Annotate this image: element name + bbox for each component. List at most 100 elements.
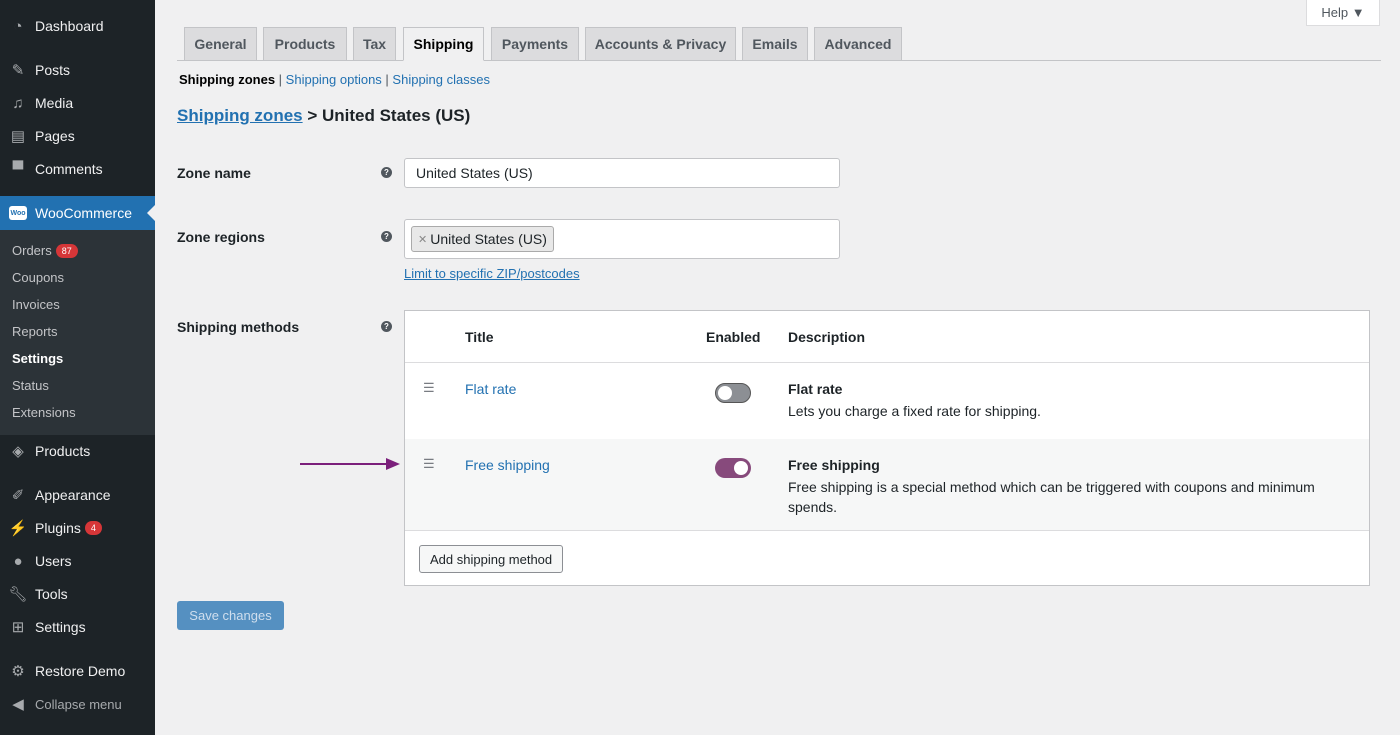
media-icon: ♫ xyxy=(12,94,24,112)
help-tip-icon[interactable]: ? xyxy=(381,321,392,332)
help-button[interactable]: Help ▼ xyxy=(1306,0,1380,26)
method-description: Lets you charge a fixed rate for shippin… xyxy=(788,403,1041,419)
menu-settings[interactable]: ⊞ Settings xyxy=(0,610,155,644)
box-icon: ◈ xyxy=(12,443,24,460)
col-title: Title xyxy=(465,329,494,345)
tab-products[interactable]: Products xyxy=(263,27,347,61)
method-description: Free shipping is a special method which … xyxy=(788,479,1315,515)
limit-zip-link[interactable]: Limit to specific ZIP/postcodes xyxy=(404,266,580,281)
zone-regions-label: Zone regions xyxy=(177,229,265,245)
menu-label: Users xyxy=(35,553,72,569)
shipping-subnav: Shipping zones | Shipping options | Ship… xyxy=(179,72,490,87)
wrench-icon: 🔧︎ xyxy=(8,586,28,603)
save-changes-button[interactable]: Save changes xyxy=(177,601,284,630)
menu-label: Pages xyxy=(35,128,75,144)
submenu-status[interactable]: Status xyxy=(12,378,49,393)
menu-label: WooCommerce xyxy=(35,205,132,221)
menu-pages[interactable]: ▤ Pages xyxy=(0,119,155,153)
menu-label: Products xyxy=(35,443,91,459)
menu-label: Media xyxy=(35,95,74,111)
menu-label: Appearance xyxy=(35,487,111,503)
table-row: ☰ Free shipping Free shipping Free shipp… xyxy=(405,439,1369,531)
tab-general[interactable]: General xyxy=(184,27,257,61)
help-tip-icon[interactable]: ? xyxy=(381,167,392,178)
menu-label: Comments xyxy=(35,161,103,177)
pages-icon: ▤ xyxy=(10,128,26,145)
woo-icon: Woo xyxy=(9,204,27,222)
tab-advanced[interactable]: Advanced xyxy=(814,27,902,61)
menu-posts[interactable]: ✎ Posts xyxy=(0,53,155,87)
menu-dashboard[interactable]: ◔ Dashboard xyxy=(0,9,155,43)
menu-label: Plugins xyxy=(35,520,81,536)
subnav-shipping-zones[interactable]: Shipping zones xyxy=(179,72,275,87)
plugins-count-badge: 4 xyxy=(84,521,102,535)
woocommerce-submenu: Orders 87 Coupons Invoices Reports Settin… xyxy=(0,230,155,435)
dashboard-icon: ◔ xyxy=(13,17,23,35)
orders-count-badge: 87 xyxy=(55,244,78,258)
tab-emails[interactable]: Emails xyxy=(742,27,808,61)
pin-icon: ✎ xyxy=(11,62,25,79)
arrow-annotation-icon xyxy=(300,458,400,470)
tab-payments[interactable]: Payments xyxy=(491,27,579,61)
menu-plugins[interactable]: ⚡ Plugins 4 xyxy=(0,511,155,545)
separator: | xyxy=(381,72,393,87)
tab-tax[interactable]: Tax xyxy=(353,27,396,61)
collapse-menu[interactable]: ◀ Collapse menu xyxy=(0,687,155,721)
menu-woocommerce[interactable]: Woo WooCommerce xyxy=(0,196,155,230)
drag-handle-icon[interactable]: ☰ xyxy=(423,456,435,472)
brush-icon: ✐ xyxy=(11,487,25,504)
menu-label: Collapse menu xyxy=(35,696,122,712)
collapse-icon: ◀ xyxy=(12,696,24,713)
breadcrumb-current: > United States (US) xyxy=(302,106,471,125)
zone-name-input[interactable]: United States (US) xyxy=(404,158,840,188)
zone-regions-select[interactable]: ✕ United States (US) xyxy=(404,219,840,259)
submenu-extensions[interactable]: Extensions xyxy=(12,405,76,420)
admin-sidebar: ◔ Dashboard ✎ Posts ♫ Media ▤ Pages ▀ Comment… xyxy=(0,0,155,735)
settings-icon: ⊞ xyxy=(11,619,25,636)
drag-handle-icon[interactable]: ☰ xyxy=(423,380,435,396)
menu-users[interactable]: ● Users xyxy=(0,544,155,578)
table-row: ☰ Flat rate Flat rate Lets you charge a … xyxy=(405,362,1369,439)
remove-region-icon[interactable]: ✕ xyxy=(418,233,427,246)
tab-shipping[interactable]: Shipping xyxy=(403,27,484,61)
subnav-shipping-classes[interactable]: Shipping classes xyxy=(392,72,490,87)
submenu-label: Orders xyxy=(12,243,52,258)
gear-icon: ⚙ xyxy=(11,663,25,680)
method-desc-title: Free shipping xyxy=(788,457,880,473)
settings-tabs: General Products Tax Shipping Payments A… xyxy=(177,26,1381,61)
menu-comments[interactable]: ▀ Comments xyxy=(0,152,155,186)
add-shipping-method-button[interactable]: Add shipping method xyxy=(419,545,564,573)
zone-name-label: Zone name xyxy=(177,165,251,181)
submenu-orders[interactable]: Orders 87 xyxy=(12,243,78,258)
comment-icon: ▀ xyxy=(12,160,24,178)
plug-icon: ⚡ xyxy=(8,520,28,537)
method-title-link[interactable]: Flat rate xyxy=(465,381,516,397)
shipping-methods-table: Title Enabled Description ☰ Flat rate Fl… xyxy=(404,310,1370,586)
help-tip-icon[interactable]: ? xyxy=(381,231,392,242)
menu-tools[interactable]: 🔧︎ Tools xyxy=(0,577,155,611)
tab-accounts-privacy[interactable]: Accounts & Privacy xyxy=(585,27,736,61)
separator: | xyxy=(275,72,286,87)
menu-appearance[interactable]: ✐ Appearance xyxy=(0,478,155,512)
menu-label: Restore Demo xyxy=(35,663,126,679)
menu-products[interactable]: ◈ Products xyxy=(0,434,155,468)
col-enabled: Enabled xyxy=(706,329,761,345)
col-description: Description xyxy=(788,329,866,345)
region-chip: ✕ United States (US) xyxy=(411,226,554,252)
enabled-toggle[interactable] xyxy=(715,383,751,403)
user-icon: ● xyxy=(13,552,23,570)
menu-restore-demo[interactable]: ⚙ Restore Demo xyxy=(0,654,155,688)
menu-media[interactable]: ♫ Media xyxy=(0,86,155,120)
submenu-coupons[interactable]: Coupons xyxy=(12,270,64,285)
menu-label: Posts xyxy=(35,62,71,78)
enabled-toggle[interactable] xyxy=(715,458,751,478)
submenu-settings[interactable]: Settings xyxy=(12,351,63,366)
page-title: Shipping zones > United States (US) xyxy=(177,106,470,126)
breadcrumb-shipping-zones[interactable]: Shipping zones xyxy=(177,106,303,125)
shipping-methods-label: Shipping methods xyxy=(177,319,300,335)
menu-label: Settings xyxy=(35,619,86,635)
submenu-reports[interactable]: Reports xyxy=(12,324,58,339)
method-title-link[interactable]: Free shipping xyxy=(465,457,550,473)
submenu-invoices[interactable]: Invoices xyxy=(12,297,60,312)
subnav-shipping-options[interactable]: Shipping options xyxy=(286,72,382,87)
